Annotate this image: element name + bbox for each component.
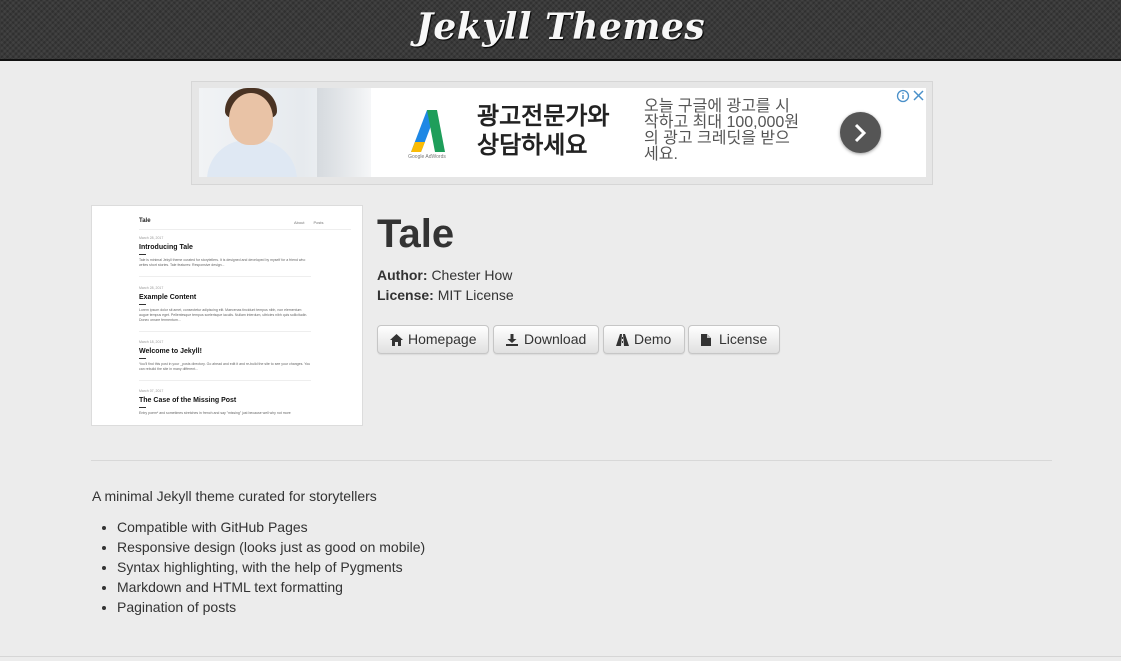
thumb-nav: About Posts	[294, 220, 324, 225]
homepage-button[interactable]: Homepage	[377, 325, 489, 354]
theme-screenshot[interactable]: Tale About Posts March 28, 2017 Introduci…	[91, 205, 363, 426]
feature-item: Compatible with GitHub Pages	[117, 517, 425, 537]
author-label: Author:	[377, 267, 428, 283]
theme-author: Author: Chester How	[377, 267, 512, 283]
ad-headline[interactable]: 광고전문가와 상담하세요	[477, 102, 627, 160]
theme-title: Tale	[377, 212, 455, 256]
feature-item: Markdown and HTML text formatting	[117, 577, 425, 597]
download-button[interactable]: Download	[493, 325, 599, 354]
thumb-logo: Tale	[139, 218, 151, 224]
file-icon	[701, 334, 711, 346]
road-icon	[616, 334, 629, 346]
thumb-post: March 18, 2017 Welcome to Jekyll! You'll…	[139, 340, 311, 381]
author-name: Chester How	[431, 267, 513, 283]
ad-next-button[interactable]	[840, 112, 881, 153]
chevron-right-icon	[854, 123, 867, 143]
theme-license: License: MIT License	[377, 287, 514, 303]
thumb-post: March 28, 2017 Introducing Tale Tale is …	[139, 236, 311, 277]
ad-banner[interactable]: Google AdWords 광고전문가와 상담하세요 오늘 구글에 광고를 시…	[191, 81, 933, 185]
demo-button[interactable]: Demo	[603, 325, 685, 354]
footer-divider	[0, 656, 1121, 657]
site-header: Jekyll Themes	[0, 0, 1121, 61]
ad-image	[199, 88, 371, 177]
feature-item: Pagination of posts	[117, 597, 425, 617]
license-name: MIT License	[437, 287, 514, 303]
home-icon	[390, 334, 403, 346]
feature-item: Syntax highlighting, with the help of Py…	[117, 557, 425, 577]
section-divider	[91, 460, 1052, 461]
feature-item: Responsive design (looks just as good on…	[117, 537, 425, 557]
download-icon	[506, 334, 518, 346]
thumb-post: March 07, 2017 The Case of the Missing P…	[139, 389, 291, 415]
theme-description: A minimal Jekyll theme curated for story…	[92, 488, 377, 504]
ad-choices-icon[interactable]	[896, 89, 926, 103]
feature-list: Compatible with GitHub Pages Responsive …	[92, 517, 425, 617]
thumb-post: March 28, 2017 Example Content Lorem ips…	[139, 286, 311, 332]
ad-logo-text: Google AdWords	[408, 154, 446, 160]
site-title[interactable]: Jekyll Themes	[0, 6, 1121, 48]
license-label: License:	[377, 287, 434, 303]
ad-body-text[interactable]: 오늘 구글에 광고를 시작하고 최대 100,000원의 광고 크레딧을 받으세…	[644, 99, 804, 163]
license-button[interactable]: License	[688, 325, 780, 354]
ad-content[interactable]: Google AdWords 광고전문가와 상담하세요 오늘 구글에 광고를 시…	[199, 88, 926, 177]
google-ads-logo-icon	[411, 110, 445, 152]
